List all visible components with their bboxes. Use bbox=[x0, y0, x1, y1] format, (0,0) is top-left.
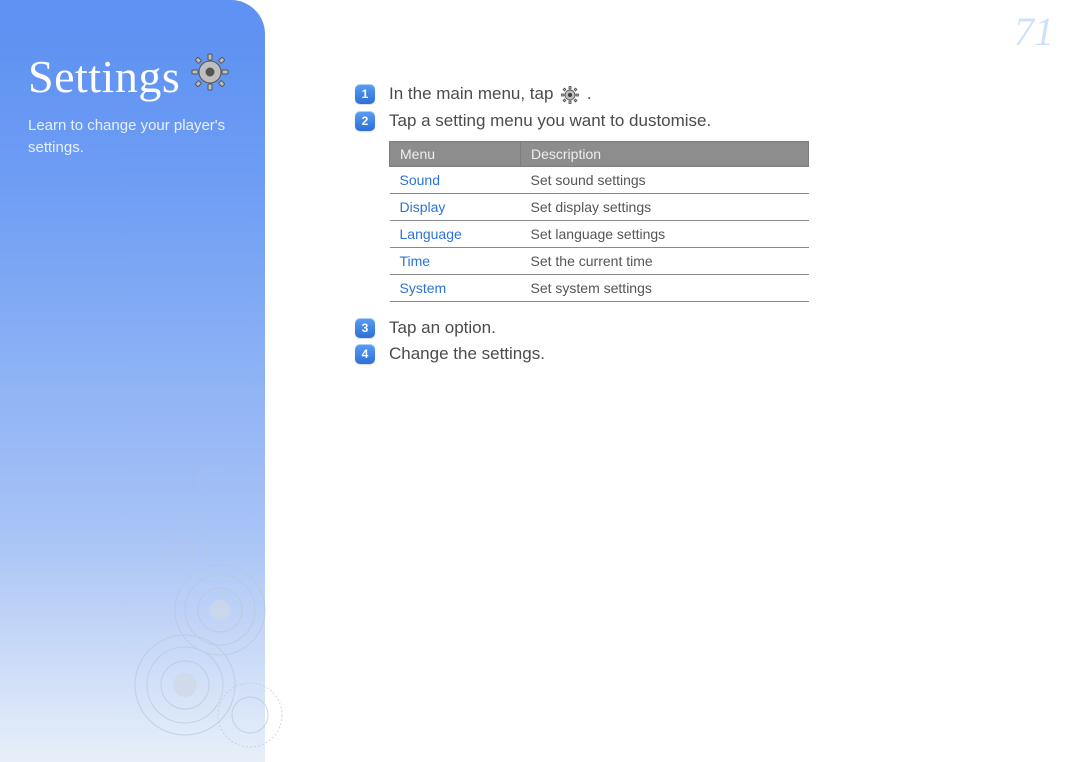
page-number: 71 bbox=[1014, 8, 1054, 55]
step-1-post: . bbox=[587, 84, 592, 103]
col-description: Description bbox=[521, 141, 809, 166]
table-row: Display Set display settings bbox=[390, 193, 809, 220]
step-badge-4: 4 bbox=[355, 344, 375, 364]
step-badge-1: 1 bbox=[355, 84, 375, 104]
step-4: 4 Change the settings. bbox=[355, 344, 915, 364]
gear-icon bbox=[190, 50, 230, 103]
step-4-text: Change the settings. bbox=[389, 344, 545, 364]
table-row: System Set system settings bbox=[390, 274, 809, 301]
menu-cell: Sound bbox=[390, 166, 521, 193]
desc-cell: Set system settings bbox=[521, 274, 809, 301]
table-row: Language Set language settings bbox=[390, 220, 809, 247]
table-row: Sound Set sound settings bbox=[390, 166, 809, 193]
menu-cell: System bbox=[390, 274, 521, 301]
main-content: 1 In the main menu, tap bbox=[355, 78, 915, 370]
step-2: 2 Tap a setting menu you want to dustomi… bbox=[355, 111, 915, 131]
step-badge-3: 3 bbox=[355, 318, 375, 338]
desc-cell: Set the current time bbox=[521, 247, 809, 274]
step-badge-2: 2 bbox=[355, 111, 375, 131]
step-1-text: In the main menu, tap . bbox=[389, 84, 592, 105]
step-2-text: Tap a setting menu you want to dustomise… bbox=[389, 111, 711, 131]
desc-cell: Set display settings bbox=[521, 193, 809, 220]
menu-cell: Display bbox=[390, 193, 521, 220]
table-header-row: Menu Description bbox=[390, 141, 809, 166]
title-text: Settings bbox=[28, 50, 180, 103]
step-3-text: Tap an option. bbox=[389, 318, 496, 338]
desc-cell: Set sound settings bbox=[521, 166, 809, 193]
page-subtitle: Learn to change your player's settings. bbox=[28, 115, 241, 159]
step-1: 1 In the main menu, tap bbox=[355, 84, 915, 105]
page-title: Settings bbox=[28, 50, 241, 103]
step-1-pre: In the main menu, tap bbox=[389, 84, 558, 103]
desc-cell: Set language settings bbox=[521, 220, 809, 247]
col-menu: Menu bbox=[390, 141, 521, 166]
menu-cell: Language bbox=[390, 220, 521, 247]
menu-cell: Time bbox=[390, 247, 521, 274]
table-row: Time Set the current time bbox=[390, 247, 809, 274]
step-3: 3 Tap an option. bbox=[355, 318, 915, 338]
settings-table: Menu Description Sound Set sound setting… bbox=[389, 141, 809, 302]
gear-icon bbox=[560, 85, 580, 105]
sidebar: Settings bbox=[0, 0, 265, 762]
